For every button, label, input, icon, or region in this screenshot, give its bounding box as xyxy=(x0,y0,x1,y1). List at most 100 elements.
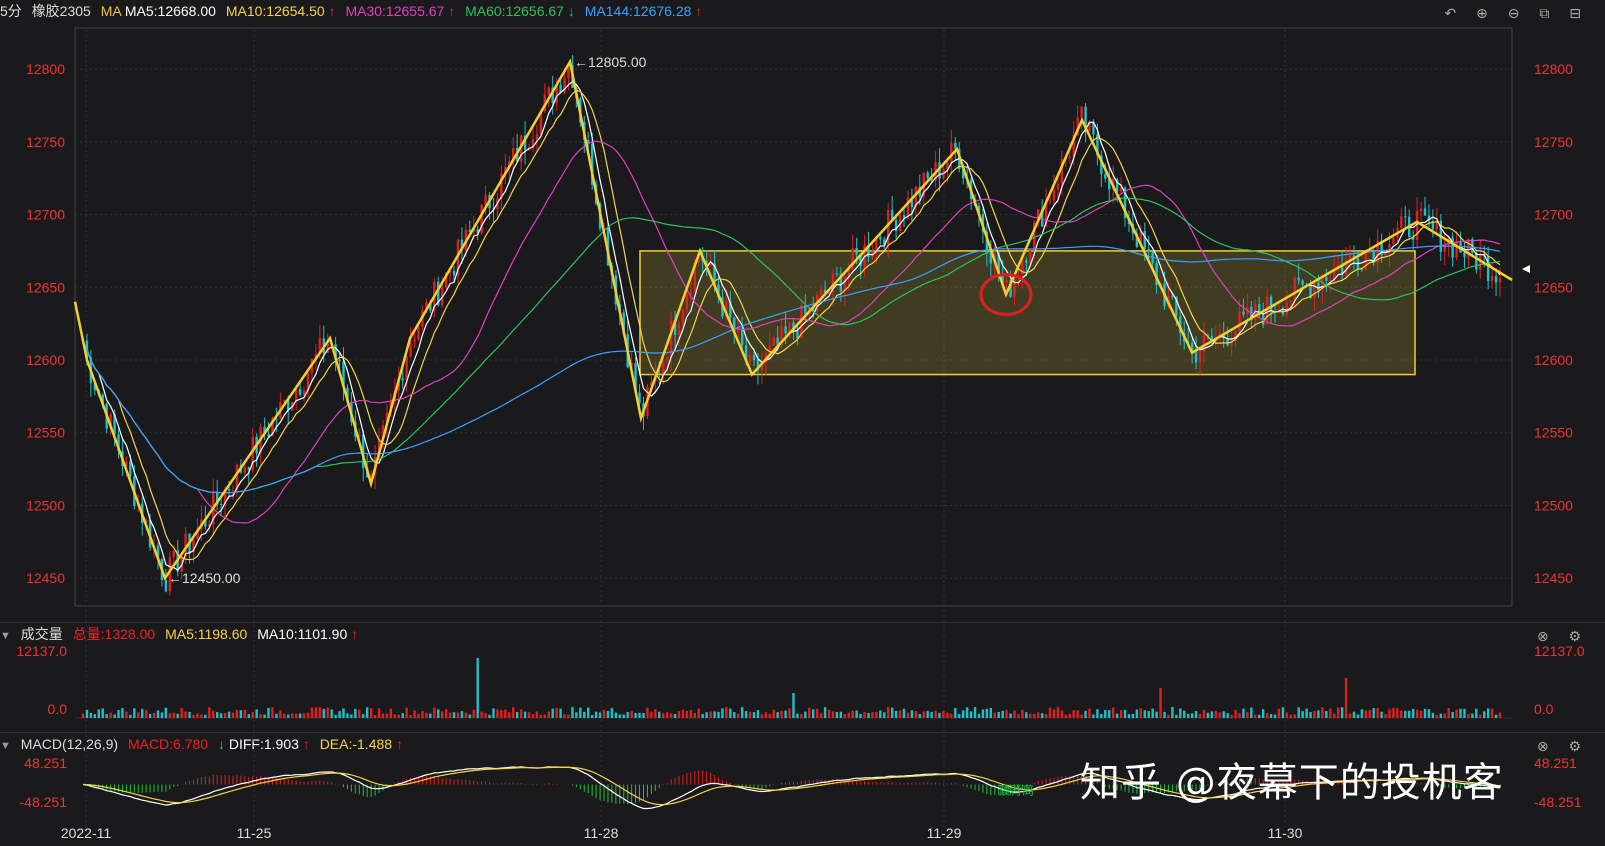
candle-body xyxy=(1194,350,1198,363)
volume-bar xyxy=(1281,707,1285,718)
volume-bar xyxy=(125,711,128,718)
candle-body xyxy=(535,134,539,140)
volume-bar xyxy=(504,709,507,718)
volume-bar xyxy=(310,707,314,718)
volume-bar xyxy=(669,713,673,718)
volume-bar xyxy=(219,713,223,718)
volume-bar xyxy=(472,709,475,718)
volume-bar xyxy=(1076,710,1079,718)
volume-bar xyxy=(1289,714,1293,718)
volume-bar xyxy=(476,658,479,718)
volume-bar xyxy=(1455,709,1458,718)
volume-bar xyxy=(1179,708,1182,718)
volume-bar xyxy=(973,707,977,718)
volume-bar xyxy=(1068,713,1071,718)
price-axis-label-right: 12600 xyxy=(1534,352,1573,368)
volume-bar xyxy=(1404,710,1407,718)
volume-bar xyxy=(1214,710,1218,718)
candle-body xyxy=(164,579,168,592)
volume-axis-label: 0.0 xyxy=(48,701,68,717)
candle-body xyxy=(662,359,665,374)
volume-bar xyxy=(1131,713,1135,718)
volume-bar xyxy=(1301,711,1304,718)
volume-bar xyxy=(464,712,468,718)
volume-bar xyxy=(985,708,989,718)
kline-chart[interactable]: 12800 12800 12750 12750 12700 12700 12650 12650… xyxy=(0,0,1605,846)
volume-bar xyxy=(701,713,704,718)
candle-body xyxy=(1475,252,1478,270)
volume-bar xyxy=(705,712,708,718)
volume-bar xyxy=(673,714,677,718)
volume-bar xyxy=(227,711,231,718)
candle-body xyxy=(1285,302,1289,315)
volume-bar xyxy=(638,712,641,718)
volume-bar xyxy=(1368,710,1371,718)
candle-body xyxy=(855,248,858,255)
volume-bar xyxy=(1459,708,1462,718)
candle-body xyxy=(740,328,744,346)
volume-bar xyxy=(275,713,278,718)
volume-bar xyxy=(922,711,925,718)
volume-bar xyxy=(646,707,649,718)
candle-body xyxy=(1297,277,1300,281)
volume-bar xyxy=(302,713,306,718)
volume-bar xyxy=(768,713,771,718)
volume-bar xyxy=(1108,710,1111,718)
volume-bar xyxy=(812,709,815,718)
volume-bar xyxy=(369,708,373,718)
volume-bar xyxy=(1486,708,1490,718)
volume-bar xyxy=(1471,713,1474,718)
volume-bar xyxy=(1033,713,1036,718)
volume-bar xyxy=(397,714,400,718)
volume-bar xyxy=(1494,714,1498,718)
volume-bar xyxy=(602,709,606,718)
volume-bar xyxy=(460,711,464,718)
volume-bar xyxy=(1104,709,1107,718)
volume-bar xyxy=(109,712,112,718)
volume-bar xyxy=(1186,713,1190,718)
volume-bar xyxy=(618,714,622,718)
volume-bar xyxy=(547,711,550,718)
volume-bar xyxy=(634,712,637,718)
volume-bar xyxy=(1092,714,1095,718)
volume-bar xyxy=(772,709,775,718)
volume-bar xyxy=(1439,713,1442,718)
volume-bar xyxy=(1490,708,1494,718)
volume-bar xyxy=(1344,678,1348,718)
volume-bar xyxy=(373,714,377,718)
volume-bar xyxy=(906,712,910,718)
volume-bar xyxy=(965,707,969,718)
volume-bar xyxy=(1246,712,1249,718)
price-axis-label-right: 12700 xyxy=(1534,207,1573,223)
candle-body xyxy=(879,236,882,240)
candle-body xyxy=(1021,260,1024,275)
volume-bar xyxy=(733,712,736,718)
volume-bar xyxy=(1155,711,1158,718)
volume-bar xyxy=(243,709,247,718)
volume-bar xyxy=(958,714,961,718)
candle-body xyxy=(302,390,306,395)
volume-bar xyxy=(587,707,590,718)
candle-body xyxy=(452,270,456,276)
volume-bar xyxy=(1400,710,1403,718)
volume-bar xyxy=(725,707,728,718)
volume-axis-label: 12137.0 xyxy=(16,643,67,659)
candle-body xyxy=(1494,275,1498,283)
volume-bar xyxy=(961,710,965,718)
volume-bar xyxy=(531,714,535,718)
volume-bar xyxy=(81,713,85,718)
candle-body xyxy=(1463,252,1466,258)
volume-bar xyxy=(365,707,369,718)
volume-bar xyxy=(654,709,657,718)
volume-bar xyxy=(381,713,385,718)
macd-axis-label: -48.251 xyxy=(20,794,68,810)
volume-bar xyxy=(1064,714,1068,718)
candle-body xyxy=(338,360,341,362)
volume-bar xyxy=(788,708,791,718)
volume-bar xyxy=(539,714,543,718)
volume-bar xyxy=(322,709,325,718)
volume-bar xyxy=(523,711,527,718)
volume-bar xyxy=(717,711,720,718)
volume-bar xyxy=(1340,707,1344,718)
candle-body xyxy=(172,550,175,558)
